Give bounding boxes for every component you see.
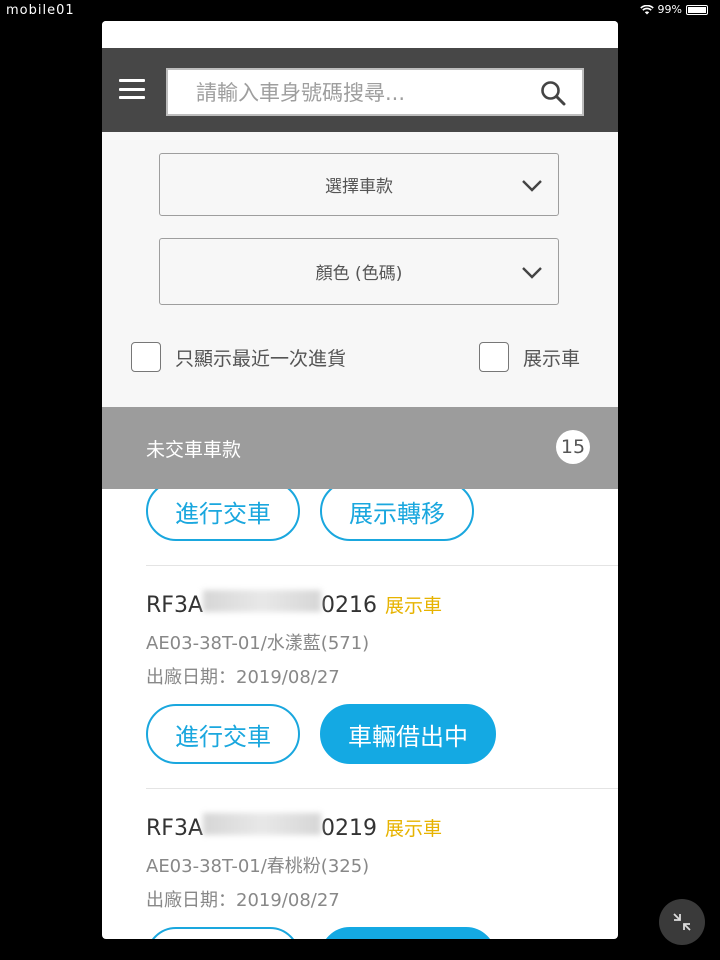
color-select[interactable]: 顏色 (色碼): [159, 238, 559, 305]
vin-prefix: RF3A: [146, 593, 203, 618]
vin-number: RF3A 0216 展示車: [146, 590, 442, 618]
demo-car-option: 展示車: [479, 339, 580, 375]
recent-only-label: 只顯示最近一次進貨: [175, 347, 347, 370]
demo-badge: 展示車: [385, 818, 443, 840]
search-box: [166, 68, 584, 116]
demo-car-label: 展示車: [523, 347, 581, 370]
factory-date: 出廠日期：2019/08/27: [146, 667, 340, 688]
recent-only-checkbox[interactable]: [131, 342, 161, 372]
section-title: 未交車車款: [146, 439, 242, 461]
divider: [146, 565, 618, 566]
model-color: AE03-38T-01/春桃粉(325): [146, 856, 370, 877]
deliver-button[interactable]: 進行交車: [146, 704, 300, 764]
model-select[interactable]: 選擇車款: [159, 153, 559, 216]
model-select-label: 選擇車款: [325, 177, 393, 197]
minimize-icon: [673, 913, 691, 931]
vin-suffix: 0219: [321, 816, 377, 841]
divider: [146, 788, 618, 789]
demo-badge: 展示車: [385, 595, 443, 617]
app-card: 選擇車款 顏色 (色碼) 只顯示最近一次進貨 展示車 未交車車款 15 進行交車…: [102, 21, 618, 939]
vin-number: RF3A 0219 展示車: [146, 813, 442, 841]
search-header: [102, 48, 618, 132]
minimize-button[interactable]: [659, 899, 705, 945]
status-bar-right: 99%: [639, 3, 708, 16]
recent-only-option: 只顯示最近一次進貨: [131, 339, 346, 375]
top-strip: [102, 21, 618, 48]
section-header[interactable]: 未交車車款 15: [102, 407, 618, 489]
model-color: AE03-38T-01/水漾藍(571): [146, 633, 370, 654]
on-loan-button[interactable]: [320, 927, 496, 939]
chevron-down-icon: [522, 180, 542, 192]
vin-suffix: 0216: [321, 593, 377, 618]
battery-percent: 99%: [657, 3, 682, 16]
battery-icon: [686, 4, 708, 15]
vehicle-list[interactable]: 進行交車 展示轉移 RF3A 0216 展示車 AE03-38T-01/水漾藍(5…: [102, 489, 618, 939]
factory-date: 出廠日期：2019/08/27: [146, 890, 340, 911]
search-input[interactable]: [168, 70, 558, 116]
transfer-demo-button[interactable]: 展示轉移: [320, 489, 474, 541]
chevron-down-icon: [522, 267, 542, 279]
search-icon[interactable]: [540, 80, 566, 106]
menu-icon[interactable]: [119, 79, 145, 99]
vin-prefix: RF3A: [146, 816, 203, 841]
on-loan-button[interactable]: 車輛借出中: [320, 704, 496, 764]
vin-masked: [203, 590, 321, 612]
color-select-label: 顏色 (色碼): [315, 264, 403, 284]
status-bar-brand: mobile01: [6, 3, 75, 18]
demo-car-checkbox[interactable]: [479, 342, 509, 372]
deliver-button[interactable]: [146, 927, 300, 939]
deliver-button[interactable]: 進行交車: [146, 489, 300, 541]
filter-panel: 選擇車款 顏色 (色碼) 只顯示最近一次進貨 展示車: [102, 132, 618, 407]
wifi-icon: [639, 4, 654, 14]
count-badge: 15: [556, 430, 590, 464]
vin-masked: [203, 813, 321, 835]
